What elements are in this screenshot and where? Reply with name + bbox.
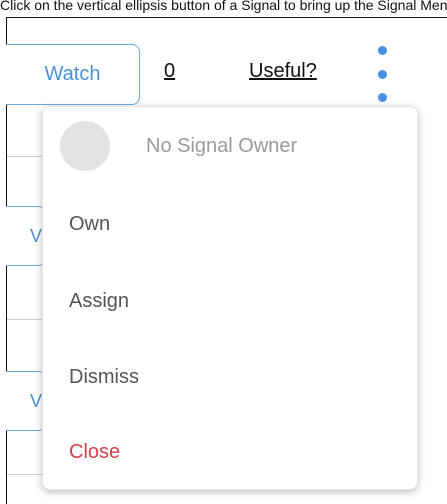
row-divider: [7, 319, 47, 320]
menu-item-assign[interactable]: Assign: [69, 290, 129, 313]
menu-item-dismiss[interactable]: Dismiss: [69, 366, 139, 389]
row-divider: [7, 156, 47, 157]
owner-text: No Signal Owner: [146, 134, 298, 157]
watch-button-partial[interactable]: V: [6, 371, 46, 431]
vertical-ellipsis-icon[interactable]: [370, 46, 394, 102]
instruction-text: Click on the vertical ellipsis button of…: [0, 0, 447, 13]
menu-item-close[interactable]: Close: [69, 441, 120, 464]
useful-count-link[interactable]: 0: [164, 60, 175, 83]
ellipsis-dot: [377, 69, 387, 79]
signal-menu: No Signal Owner Own Assign Dismiss Close: [42, 106, 418, 490]
watch-button[interactable]: Watch: [6, 44, 140, 105]
row-divider: [7, 474, 47, 475]
signal-owner-row: No Signal Owner: [60, 121, 400, 171]
page: Click on the vertical ellipsis button of…: [0, 0, 447, 504]
menu-item-own[interactable]: Own: [69, 213, 110, 236]
ellipsis-dot: [377, 46, 387, 55]
avatar: [60, 121, 110, 171]
watch-button-partial[interactable]: V: [6, 206, 46, 266]
useful-link[interactable]: Useful?: [249, 60, 317, 83]
ellipsis-dot: [377, 93, 387, 102]
